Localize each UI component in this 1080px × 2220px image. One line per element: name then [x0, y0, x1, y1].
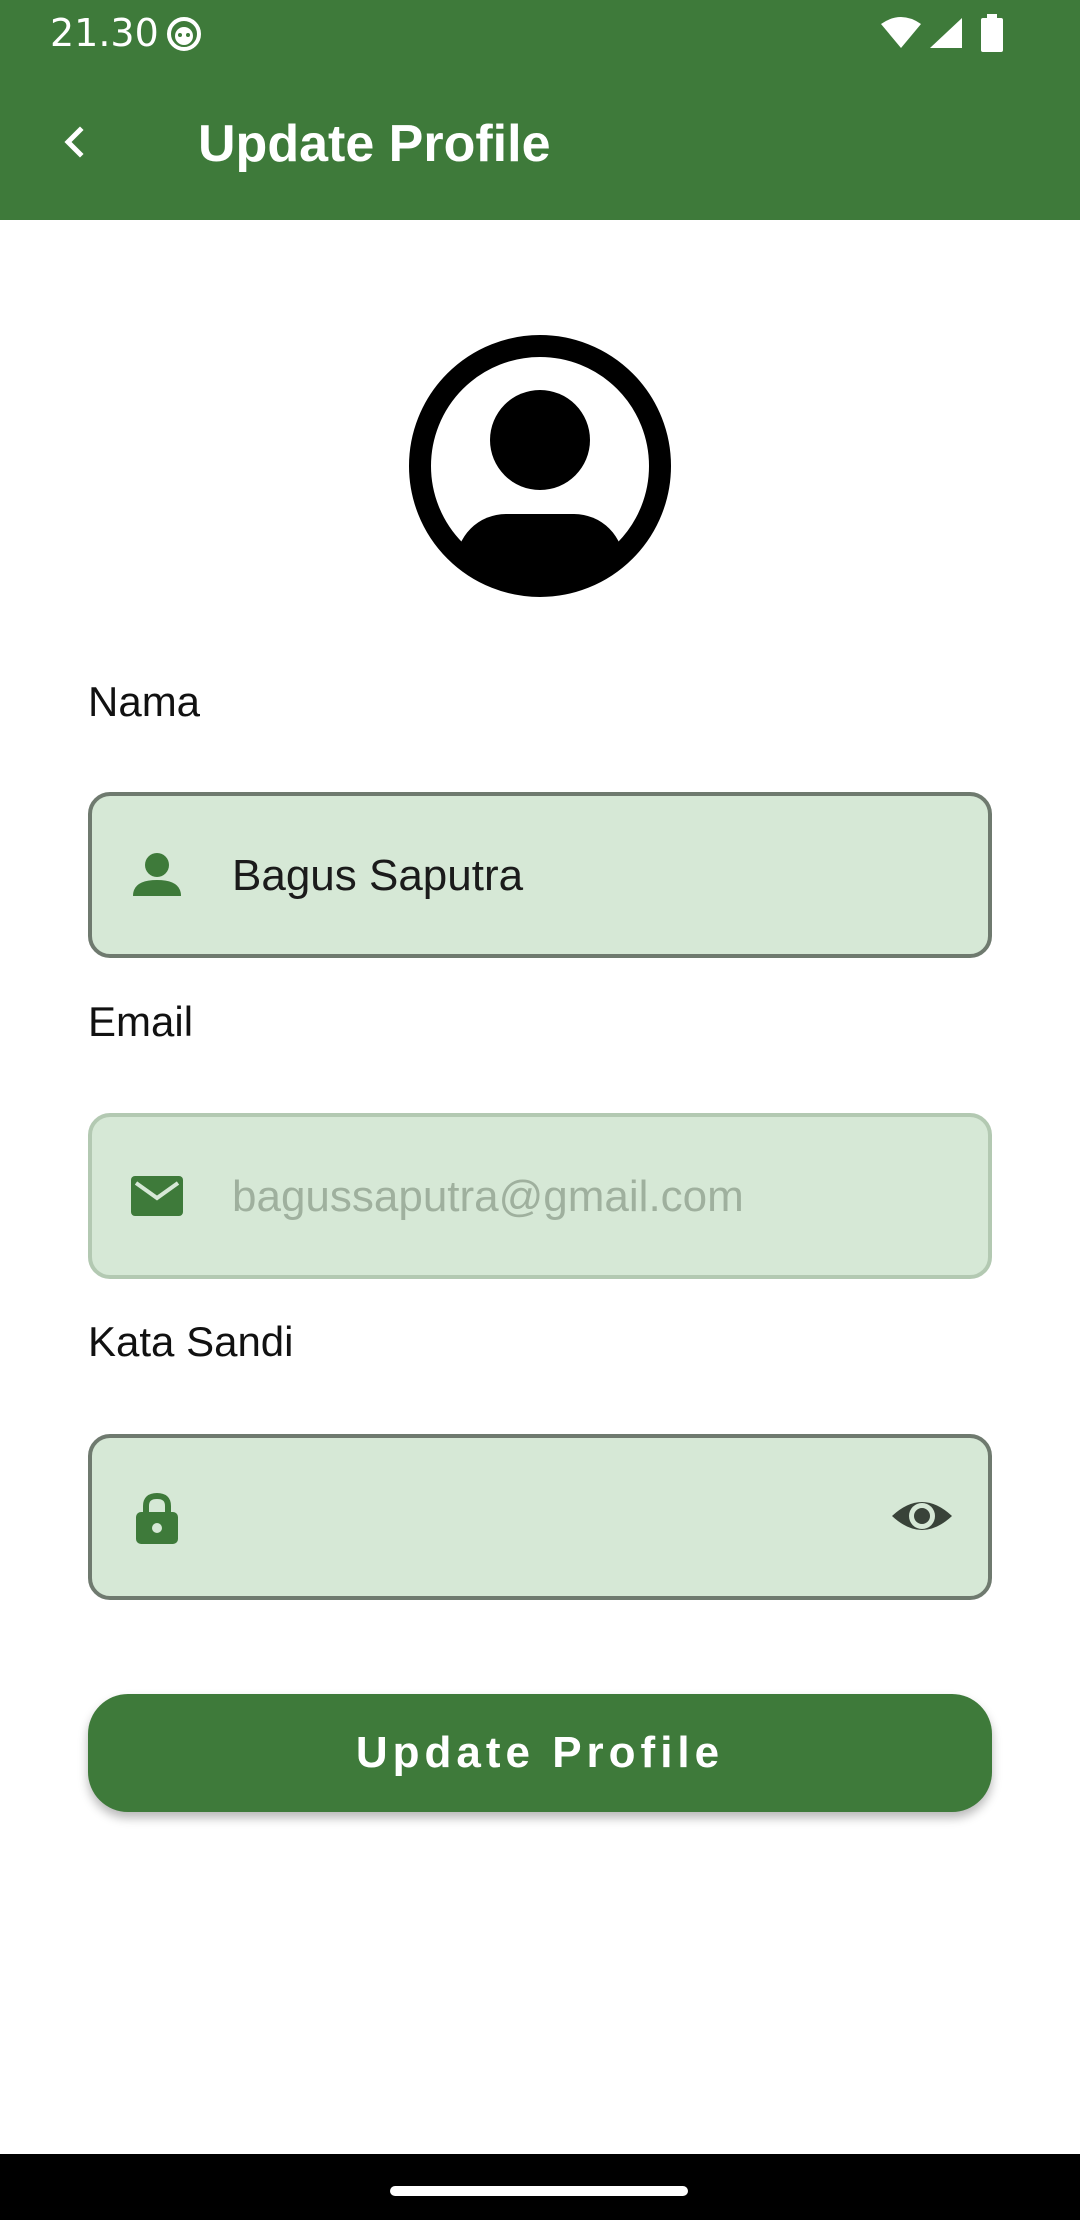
password-label: Kata Sandi [88, 1318, 294, 1365]
android-face-icon [167, 17, 201, 51]
email-value: bagussaputra@gmail.com [232, 1172, 744, 1221]
email-field[interactable]: bagussaputra@gmail.com [88, 1113, 992, 1279]
lock-icon [136, 1492, 178, 1544]
email-label: Email [88, 998, 194, 1045]
signal-icon [930, 18, 962, 48]
chevron-left-icon [64, 126, 84, 158]
mail-icon [131, 1176, 183, 1216]
name-label: Nama [88, 678, 201, 725]
update-profile-button[interactable]: Update Profile [88, 1694, 992, 1812]
battery-icon [981, 14, 1003, 52]
wifi-icon [881, 17, 921, 48]
person-icon [133, 853, 181, 896]
status-bar: 21.30 [0, 0, 1080, 64]
toggle-visibility-button[interactable] [886, 1480, 958, 1552]
name-value: Bagus Saputra [232, 851, 524, 900]
system-nav-bar [0, 2154, 1080, 2220]
account-circle-icon[interactable] [408, 334, 672, 598]
app-bar: Update Profile [0, 64, 1080, 220]
name-field[interactable]: Bagus Saputra [88, 792, 992, 958]
page-title: Update Profile [198, 115, 551, 173]
back-button[interactable] [40, 106, 112, 178]
update-profile-button-label: Update Profile [355, 1728, 725, 1777]
password-field[interactable] [88, 1434, 992, 1600]
home-indicator[interactable] [390, 2186, 688, 2196]
status-time: 21.30 [50, 11, 159, 55]
eye-icon [892, 1502, 952, 1530]
